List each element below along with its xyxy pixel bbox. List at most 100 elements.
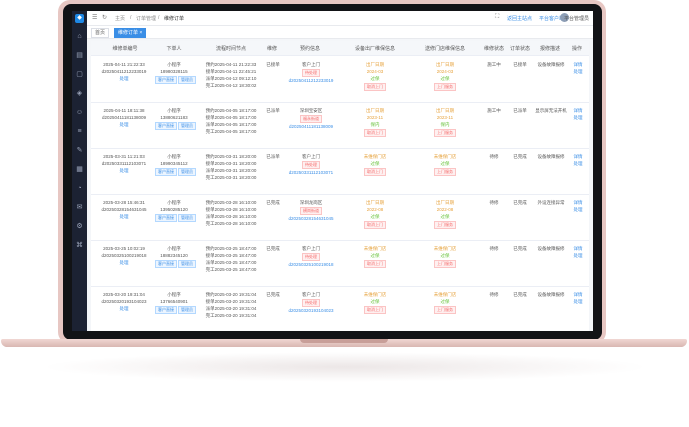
handle-link[interactable]: 处理 [569,114,587,121]
actions-cell: 详情 处理 [569,245,587,259]
setting-icon[interactable]: ⚙ [72,217,87,236]
order-icon[interactable]: ▤ [72,46,87,65]
order-date: 2025-03-31 11:21:03 [103,154,145,159]
appt-order-link[interactable]: d20250331112103071 [287,169,335,176]
user-cell: 小程序 13766540901 客户直接 管理员 [155,291,196,314]
handle-link[interactable]: 处理 [569,160,587,167]
repair-value: 已派单 [266,108,280,113]
refresh-icon[interactable]: ↻ [102,14,107,21]
appt-location: 深圳龙岗区 [299,200,323,205]
fullscreen-icon[interactable]: ⛶ [495,14,499,21]
handle-link[interactable]: 处理 [569,206,587,213]
user-phone: 18980328115 [160,69,188,74]
repair-status-cell: 待修 [483,245,505,252]
time-completed: 完工2025-03-31 18:20:00 [205,175,257,180]
detail-link[interactable]: 详情 [569,61,587,68]
repair-status-value: 施工中 [487,108,501,113]
order-process-link[interactable]: 处理 [95,75,153,82]
device-icon[interactable]: ▢ [72,65,87,84]
appt-status-badge: 待处理 [302,299,320,307]
order-status-value: 已完成 [513,154,527,159]
user-icon[interactable]: ☺ [72,103,87,122]
laptop-screen: ◆ ⌂ ▤ ▢ ◈ ☺ ≡ ✎ ▦ ◔ ✉ ⚙ ⌘ ☰ ↻ 主页 / 订单管理 … [72,11,593,331]
repair-cell: 已完成 [263,291,283,298]
time-appointment: 预约2025-03-31 18:20:00 [205,154,257,159]
order-date: 2025-03-28 15:46:31 [103,200,145,205]
appt-status-badge: 待处理 [302,161,320,169]
detail-link[interactable]: 详情 [569,107,587,114]
user-phone: 18882345120 [160,253,188,258]
order-date: 2025-04-11 18:11:38 [103,108,145,113]
time-dispatched: 派单2025-03-20 19:31:04 [205,306,257,311]
store-cell: 出厂日期 2024-03 过保 上门服务 [415,61,475,91]
order-process-link[interactable]: 处理 [95,259,153,266]
order-number: d20250320193104023 [101,299,147,304]
factory-warranty: 保内 [370,122,380,127]
appt-order-link[interactable]: d20250411181138009 [287,123,335,130]
appt-order-link[interactable]: d20250328154631045 [287,215,335,222]
col-appointment: 预约信息 [299,46,320,52]
time-dispatched: 派单2025-03-31 18:20:00 [205,168,257,173]
menu-toggle-icon[interactable]: ☰ [92,14,97,21]
time-completed: 完工2025-03-28 16:10:00 [205,221,257,226]
user-tag-admin: 管理员 [178,214,196,222]
time-dispatched: 派单2025-03-28 16:10:00 [205,214,257,219]
detail-link[interactable]: 详情 [569,199,587,206]
order-process-link[interactable]: 处理 [95,305,153,312]
store-date: 2024-03 [436,69,454,74]
list-icon[interactable]: ≡ [72,122,87,141]
laptop-notch [300,339,388,343]
order-number: d20250411181138009 [101,115,147,120]
sidebar: ◆ ⌂ ▤ ▢ ◈ ☺ ≡ ✎ ▦ ◔ ✉ ⚙ ⌘ [72,11,87,331]
detail-link[interactable]: 详情 [569,153,587,160]
table-header: 维修单编号 下单人 流程时间节点 维修 预约信息 设备出厂维保信息 送修门店维保… [91,41,589,56]
handle-link[interactable]: 处理 [569,252,587,259]
order-number: d20250411212233019 [101,69,147,74]
time-completed: 完工2025-03-25 18:47:00 [205,267,257,272]
factory-warranty: 过保 [370,76,380,81]
handle-link[interactable]: 处理 [569,298,587,305]
store-warranty: 过保 [440,214,450,219]
order-process-link[interactable]: 处理 [95,121,153,128]
breadcrumb-section[interactable]: 订单管理 [136,15,156,22]
times-cell: 预约2025-03-20 19:31:04 接单2025-03-20 19:31:… [201,291,261,319]
col-order-no: 维修单编号 [112,46,138,52]
order-cell: 2025-04-11 18:11:38 d20250411181138009 处理 [95,107,153,128]
lock-icon[interactable]: ⌘ [72,236,87,255]
order-cell: 2025-03-31 11:21:03 d20250331112103071 处理 [95,153,153,174]
appt-status-badge: 待处理 [302,69,320,77]
detail-link[interactable]: 详情 [569,291,587,298]
handle-link[interactable]: 处理 [569,68,587,75]
time-dispatched: 派单2025-04-12 09:12:10 [205,76,257,81]
home-icon[interactable]: ⌂ [72,27,87,46]
app-logo-icon: ◆ [75,14,84,23]
factory-label: 出厂日期 [366,62,384,67]
username[interactable]: 平台管理员 [564,15,589,22]
user-tag-direct: 客户直接 [155,306,177,314]
table-row: 2025-04-11 21:22:33 d20250411212233019 处理小… [91,56,589,103]
appt-status-badge: 横岗街道 [300,207,322,215]
back-main-link[interactable]: 返回主站点 [507,15,532,22]
store-icon[interactable]: ▦ [72,160,87,179]
order-status-cell: 已派单 [509,107,531,114]
appt-order-link[interactable]: d20250325100219018 [287,261,335,268]
user-source: 小程序 [167,62,181,67]
times-cell: 预约2025-03-31 18:20:00 接单2025-03-31 18:20:… [201,153,261,181]
repair-cell: 已完成 [263,199,283,206]
tab-home[interactable]: 首页 [91,28,110,38]
tool-icon[interactable]: ✎ [72,141,87,160]
detail-link[interactable]: 详情 [569,245,587,252]
order-process-link[interactable]: 处理 [95,167,153,174]
appt-order-link[interactable]: d20250411212233019 [287,77,335,84]
appt-location: 深圳宝安区 [299,108,323,113]
breadcrumb-home[interactable]: 主页 [115,15,125,22]
order-process-link[interactable]: 处理 [95,213,153,220]
shield-icon[interactable]: ◈ [72,84,87,103]
breadcrumb-current: 维修订单 [164,16,185,22]
appt-cell: 客户上门 待处理 d20250411212233019 [287,61,335,84]
message-icon[interactable]: ✉ [72,198,87,217]
appt-cell: 深圳宝安区 福永街道 d20250411181138009 [287,107,335,130]
appt-order-link[interactable]: d20250320193104023 [287,307,335,314]
chart-icon[interactable]: ◔ [72,179,87,198]
tab-repair-orders[interactable]: 维修订单 × [114,28,147,38]
